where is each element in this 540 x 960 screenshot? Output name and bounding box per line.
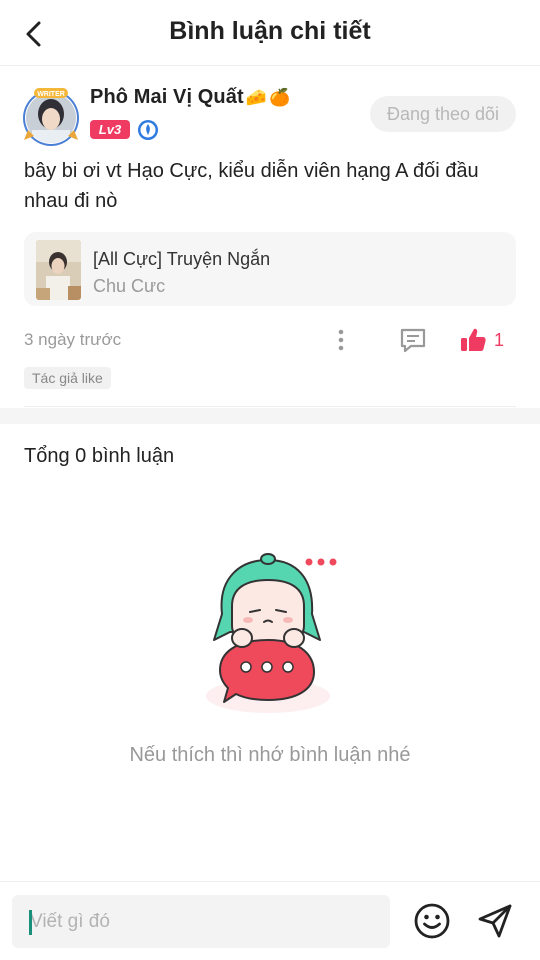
total-comments-label: Tổng 0 bình luận [24, 445, 175, 467]
follow-button[interactable]: Đang theo dõi [370, 96, 516, 132]
empty-state-text: Nếu thích thì nhớ bình luận nhé [129, 744, 411, 766]
comment-text: bây bi ơi vt Hạo Cực, kiểu diễn viên hạn… [24, 160, 479, 212]
level-badge: Lv3 [90, 120, 130, 139]
reply-button[interactable] [396, 324, 430, 356]
like-count: 1 [494, 330, 505, 350]
header-bar: Bình luận chi tiết [0, 0, 540, 66]
author-name-text: Phô Mai Vị Quất [90, 86, 244, 108]
emoji-button[interactable] [413, 902, 451, 940]
book-card[interactable]: [All Cực] Truyện Ngắn Chu Cưc [24, 232, 516, 306]
section-separator [0, 408, 540, 424]
book-title: [All Cực] Truyện Ngắn [93, 249, 271, 269]
divider [24, 406, 516, 407]
book-author: Chu Cưc [93, 276, 166, 296]
avatar[interactable]: WRITER [20, 86, 82, 146]
empty-state-mascot [200, 548, 350, 718]
more-options-button[interactable] [328, 324, 354, 356]
comment-input-bar [0, 881, 540, 960]
comment-icon [400, 328, 426, 353]
book-cover-image [36, 240, 81, 300]
comment-author-row: WRITER Phô Mai Vị Quất 🧀 🍊 Lv3 Đang theo d… [0, 82, 540, 148]
thumbs-up-icon [461, 328, 486, 351]
comment-input[interactable] [12, 895, 390, 948]
cheese-emoji: 🧀 [245, 88, 268, 107]
author-name[interactable]: Phô Mai Vị Quất 🧀 🍊 [90, 86, 290, 109]
page-title: Bình luận chi tiết [169, 17, 371, 45]
avatar-frame-label: WRITER [37, 91, 65, 98]
send-button[interactable] [476, 902, 514, 940]
text-caret [29, 910, 32, 935]
more-vertical-icon [338, 329, 344, 351]
comment-meta-row: 3 ngày trước 1 [0, 320, 540, 360]
smiley-icon [414, 903, 450, 939]
comment-time: 3 ngày trước [24, 330, 122, 349]
orange-emoji: 🍊 [269, 88, 291, 107]
like-button[interactable]: 1 [456, 324, 516, 356]
shield-badge-icon [137, 119, 159, 141]
author-like-tag: Tác giả like [24, 367, 111, 389]
send-icon [478, 904, 512, 938]
